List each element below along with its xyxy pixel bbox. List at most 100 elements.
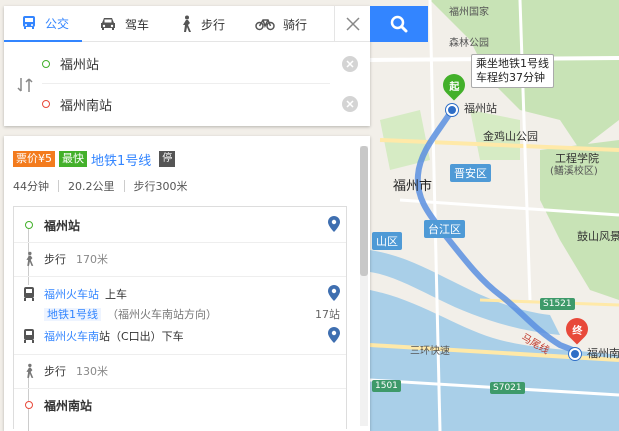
end-dot-icon	[25, 401, 33, 409]
subway-icon	[14, 329, 44, 343]
search-button[interactable]	[370, 6, 428, 42]
swap-icon	[17, 78, 33, 92]
route-stats: 44分钟 20.2公里 步行300米	[13, 175, 347, 197]
step-alight-text: 福州火车南站（C口出）下车	[44, 328, 184, 344]
map-label-city: 福州市	[393, 179, 433, 194]
district-badge-taijiang: 台江区	[424, 220, 465, 238]
tab-walk[interactable]: 步行	[162, 6, 238, 42]
clear-icon	[346, 60, 354, 68]
step-start-label: 福州站	[44, 218, 81, 233]
start-pin-label: 起	[449, 81, 459, 93]
alight-station-suffix: 站（C口出）下车	[99, 330, 184, 343]
district-badge-shan: 山区	[372, 232, 402, 250]
result-scrollbar[interactable]	[360, 146, 368, 426]
map-label-jinjishan-park: 金鸡山公园	[483, 130, 538, 143]
board-station-link[interactable]: 福州火车站	[44, 288, 99, 301]
step-walk-2[interactable]: 步行 130米	[14, 359, 346, 383]
map-label-fuzhou-station: 福州站	[464, 102, 497, 115]
divider	[123, 180, 125, 192]
step-divider	[14, 388, 346, 389]
route-walking: 步行300米	[133, 180, 188, 193]
tab-bike-label: 骑行	[283, 17, 308, 32]
swap-button[interactable]	[16, 76, 34, 94]
step-divider	[14, 242, 346, 243]
scrollbar-thumb[interactable]	[360, 146, 368, 276]
step-board[interactable]: 福州火车站 上车	[14, 282, 346, 306]
step-walk-1[interactable]: 步行 170米	[14, 247, 346, 271]
tab-drive-label: 驾车	[125, 17, 150, 32]
step-line[interactable]: 地铁1号线 （福州火车南站方向） 17站	[14, 304, 346, 324]
location-pin-icon[interactable]	[328, 326, 340, 346]
alight-station-link[interactable]: 福州火车南	[44, 330, 99, 343]
origin-input[interactable]	[60, 56, 270, 71]
end-station-marker-icon[interactable]	[569, 348, 581, 360]
route-result-panel: 票价¥5 最快 地铁1号线 停 44分钟 20.2公里 步行300米 福州站 步…	[4, 136, 370, 431]
step-end[interactable]: 福州南站	[14, 393, 346, 417]
destination-input[interactable]	[60, 96, 270, 112]
transport-mode-tabs: 公交 驾车 步行 骑行	[4, 6, 370, 42]
step-walk-1-distance: 170米	[76, 253, 108, 266]
start-dot-icon	[25, 221, 33, 229]
map-label-engineering-college: 工程学院	[555, 152, 599, 165]
map-label-engineering-campus: (鳝溪校区)	[550, 166, 598, 177]
step-alight[interactable]: 福州火车南站（C口出）下车	[14, 324, 346, 348]
route-info-bubble: 乘坐地铁1号线 车程约37分钟	[471, 54, 554, 88]
step-walk-2-text: 步行 130米	[44, 363, 108, 379]
tab-bike[interactable]: 骑行	[238, 6, 320, 42]
walk-icon	[14, 363, 44, 379]
tab-transit-label: 公交	[45, 16, 70, 31]
tab-drive[interactable]: 驾车	[82, 6, 162, 42]
walk-icon	[14, 251, 44, 267]
route-title-row: 票价¥5 最快 地铁1号线 停	[13, 148, 347, 170]
step-divider	[14, 276, 346, 277]
map-label-sanhuan: 三环快速	[410, 346, 450, 357]
clear-origin-button[interactable]	[342, 56, 358, 72]
subway-icon	[14, 287, 44, 301]
clear-destination-button[interactable]	[342, 96, 358, 112]
search-icon	[390, 15, 408, 33]
step-divider	[14, 354, 346, 355]
map-label-national-park: 福州国家	[449, 7, 489, 18]
route-distance: 20.2公里	[68, 180, 115, 193]
stop-count: 17站	[315, 308, 340, 321]
bike-icon	[255, 17, 275, 31]
stop-badge: 停	[159, 151, 176, 167]
bubble-duration-text: 车程约37分钟	[476, 71, 545, 84]
step-board-text: 福州火车站 上车	[44, 286, 127, 302]
step-end-label: 福州南站	[44, 398, 93, 413]
price-badge: 票价¥5	[13, 151, 55, 167]
tab-transit[interactable]: 公交	[4, 6, 83, 42]
map-label-gushan: 鼓山风景	[577, 230, 619, 243]
step-walk-2-distance: 130米	[76, 365, 108, 378]
step-line-text: 地铁1号线 （福州火车南站方向）	[44, 306, 217, 322]
step-walk-1-text: 步行 170米	[44, 251, 108, 267]
clear-icon	[346, 100, 354, 108]
route-duration: 44分钟	[13, 180, 49, 193]
location-pin-icon[interactable]	[328, 284, 340, 304]
location-pin-icon[interactable]	[328, 215, 340, 235]
step-start[interactable]: 福州站	[14, 213, 346, 237]
destination-dot-icon	[42, 100, 50, 108]
step-walk-1-label: 步行	[44, 253, 66, 266]
route-inputs	[4, 42, 370, 126]
start-station-marker-icon[interactable]	[446, 104, 458, 116]
bus-icon	[21, 15, 37, 31]
close-icon	[345, 17, 360, 31]
destination-row	[42, 84, 358, 124]
end-pin-label: 终	[572, 325, 582, 337]
bubble-line-text: 乘坐地铁1号线	[476, 57, 549, 70]
road-badge-s7021: S7021	[490, 382, 525, 394]
road-badge-1501: 1501	[372, 380, 401, 392]
route-line-name[interactable]: 地铁1号线	[91, 150, 151, 169]
divider	[58, 180, 59, 192]
fastest-badge: 最快	[59, 151, 87, 167]
line-chip[interactable]: 地铁1号线	[44, 308, 101, 321]
board-action: 上车	[105, 288, 127, 301]
origin-row	[42, 44, 358, 84]
route-summary[interactable]: 票价¥5 最快 地铁1号线 停 44分钟 20.2公里 步行300米	[13, 142, 347, 204]
close-button[interactable]	[334, 6, 370, 42]
step-walk-2-label: 步行	[44, 365, 66, 378]
car-icon	[99, 16, 117, 32]
tab-walk-label: 步行	[201, 17, 226, 32]
map-label-fuzhou-south: 福州南	[587, 347, 619, 360]
